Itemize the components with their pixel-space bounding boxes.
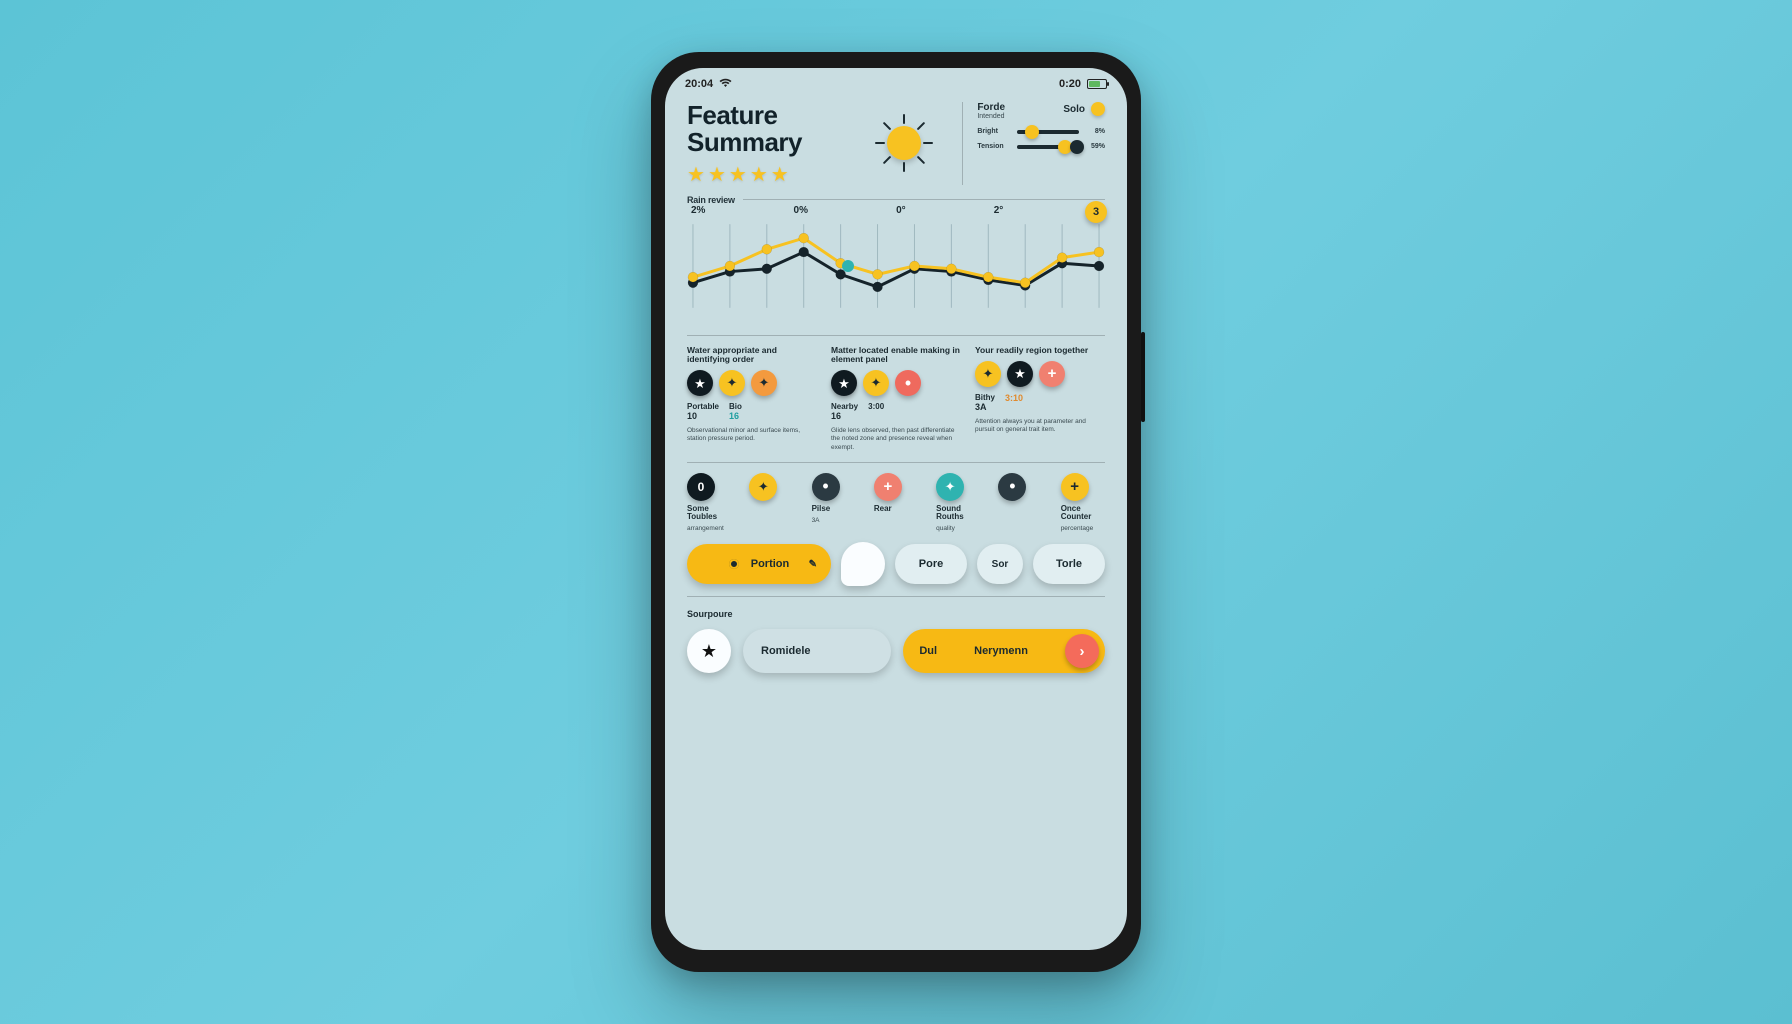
pore-button[interactable]: Pore	[895, 544, 967, 584]
dot-icon[interactable]	[895, 370, 921, 396]
star-icon[interactable]	[687, 370, 713, 396]
feature-card: Water appropriate and identifying order …	[687, 346, 817, 452]
plus-icon[interactable]	[1039, 361, 1065, 387]
chevron-right-icon	[729, 559, 739, 569]
speech-bubble-icon[interactable]	[841, 542, 885, 586]
number-icon: 0	[687, 473, 715, 501]
star-icon: ★	[708, 165, 726, 185]
sun-widget	[857, 102, 953, 185]
screen: 20:04 0:20 Feature Summary ★	[665, 68, 1127, 950]
slider-tension[interactable]: Tension 59%	[977, 143, 1105, 150]
star-icon: ★	[729, 165, 747, 185]
chart-zone: 2% 0% 0° 2° 2° 3	[687, 205, 1105, 325]
sparkle-icon[interactable]	[719, 370, 745, 396]
sparkle-icon[interactable]	[751, 370, 777, 396]
sor-button[interactable]: Sor	[977, 544, 1023, 584]
torle-button[interactable]: Torle	[1033, 544, 1105, 584]
rating-stars[interactable]: ★ ★ ★ ★ ★	[687, 165, 847, 185]
side-sub-1: Intended	[977, 113, 1005, 120]
segment-button[interactable]: Romidele	[743, 629, 891, 673]
grid-item[interactable]: Pilse 3A	[812, 473, 856, 533]
sun-icon	[879, 118, 929, 168]
chart-ticks: 2% 0% 0° 2° 2°	[687, 205, 1105, 218]
star-icon[interactable]	[831, 370, 857, 396]
grid-item[interactable]: Once Counter percentage	[1061, 473, 1105, 533]
side-label-2: Solo	[1063, 104, 1085, 115]
line-chart	[687, 218, 1105, 314]
star-icon: ★	[750, 165, 768, 185]
primary-action-button[interactable]: Portion ✎	[687, 544, 831, 584]
side-dot-icon	[1091, 102, 1105, 116]
grid-item[interactable]: Sound Rouths quality	[936, 473, 980, 533]
side-panel: Forde Intended Solo Bright 8%	[962, 102, 1105, 185]
status-right-text: 0:20	[1059, 78, 1081, 90]
dot-icon	[812, 473, 840, 501]
feature-card: Matter located enable making in element …	[831, 346, 961, 452]
sparkle-icon	[936, 473, 964, 501]
star-icon: ★	[701, 641, 717, 662]
grid-item[interactable]	[998, 473, 1042, 533]
page-title: Feature Summary	[687, 102, 847, 157]
side-label-1: Forde	[977, 102, 1005, 113]
star-icon: ★	[687, 165, 705, 185]
cta-button[interactable]: Dul Nerymenn ›	[903, 629, 1105, 673]
grid-item[interactable]: Rear	[874, 473, 918, 533]
slider-bright[interactable]: Bright 8%	[977, 128, 1105, 135]
sparkle-icon[interactable]	[863, 370, 889, 396]
status-bar: 20:04 0:20	[665, 68, 1127, 96]
chart-section-label: Rain review	[687, 195, 735, 205]
chart-badge: 3	[1085, 201, 1107, 223]
plus-icon	[874, 473, 902, 501]
icon-grid: 0 Some Toubles arrangement Pilse 3A Rear	[687, 473, 1105, 533]
favorite-button[interactable]: ★	[687, 629, 731, 673]
grid-item[interactable]	[749, 473, 793, 533]
plus-icon	[1061, 473, 1089, 501]
status-time: 20:04	[685, 78, 713, 90]
star-icon: ★	[771, 165, 789, 185]
chevron-right-icon: ›	[1065, 634, 1099, 668]
hero: Feature Summary ★ ★ ★ ★ ★	[687, 102, 847, 185]
edit-icon: ✎	[809, 559, 817, 570]
battery-icon	[1087, 79, 1107, 89]
grid-item[interactable]: 0 Some Toubles arrangement	[687, 473, 731, 533]
wifi-icon	[719, 78, 732, 91]
feature-card: Your readily region together Bithy3A 3:1…	[975, 346, 1105, 452]
sparkle-icon[interactable]	[975, 361, 1001, 387]
feature-cards: Water appropriate and identifying order …	[687, 346, 1105, 452]
bottom-section-label: Sourpoure	[687, 609, 1105, 619]
phone-frame: 20:04 0:20 Feature Summary ★	[651, 52, 1141, 972]
dot-icon	[998, 473, 1026, 501]
sparkle-icon	[749, 473, 777, 501]
star-icon[interactable]	[1007, 361, 1033, 387]
